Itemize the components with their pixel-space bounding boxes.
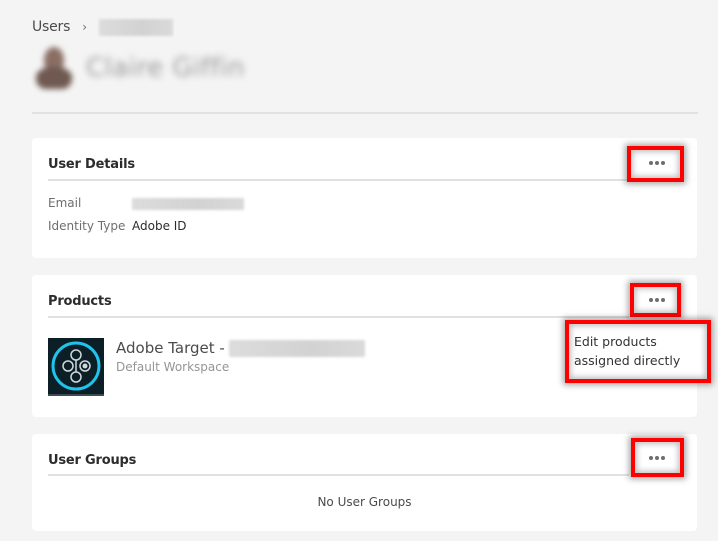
user-groups-more-button[interactable] xyxy=(636,445,678,471)
more-horizontal-icon xyxy=(649,161,653,165)
products-more-button[interactable] xyxy=(636,287,678,313)
product-name-redacted xyxy=(228,339,365,357)
more-horizontal-icon xyxy=(649,298,653,302)
menu-item-edit-products[interactable]: Edit products assigned directly xyxy=(574,332,707,370)
empty-state-text: No User Groups xyxy=(317,495,412,509)
chevron-right-icon: › xyxy=(82,20,88,34)
header-divider xyxy=(32,112,698,114)
user-details-more-button[interactable] xyxy=(636,150,678,176)
avatar xyxy=(34,45,74,91)
breadcrumb-users-link[interactable]: Users xyxy=(32,19,70,35)
card-divider xyxy=(48,316,629,318)
detail-row-email: Email xyxy=(48,196,244,210)
email-value xyxy=(132,198,244,210)
user-profile-header: Claire Giffin xyxy=(34,44,245,92)
detail-label: Identity Type xyxy=(48,219,126,233)
card-title: User Details xyxy=(48,157,135,172)
card-title: Products xyxy=(48,294,112,309)
product-name-text: Adobe Target - xyxy=(116,339,225,357)
identity-type-value: Adobe ID xyxy=(132,219,187,233)
user-details-card: User Details Email Identity Type Adobe I… xyxy=(32,138,697,258)
adobe-target-icon xyxy=(48,338,104,396)
breadcrumb: Users › xyxy=(32,17,174,37)
card-divider xyxy=(48,474,629,476)
card-title: User Groups xyxy=(48,453,137,468)
product-name: Adobe Target - xyxy=(116,339,365,357)
breadcrumb-current-user xyxy=(99,18,174,36)
product-subtitle: Default Workspace xyxy=(116,360,230,374)
card-divider xyxy=(48,179,629,181)
products-actions-menu: Edit products assigned directly xyxy=(569,324,707,379)
more-horizontal-icon xyxy=(649,456,653,460)
detail-label: Email xyxy=(48,196,82,210)
user-name: Claire Giffin xyxy=(86,53,245,83)
detail-row-identity-type: Identity Type Adobe ID xyxy=(48,219,187,233)
user-groups-card: User Groups No User Groups xyxy=(32,434,697,531)
